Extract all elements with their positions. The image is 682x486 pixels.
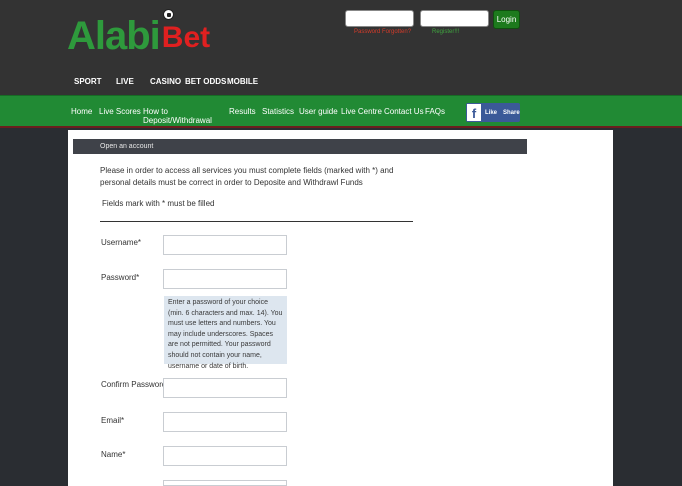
- top-nav-mobile[interactable]: MOBILE: [227, 77, 258, 86]
- name-label: Name*: [101, 450, 126, 459]
- password-input[interactable]: [163, 269, 287, 289]
- login-password-input[interactable]: [420, 10, 489, 27]
- confirm-password-input[interactable]: [163, 378, 287, 398]
- intro-text: Please in order to access all services y…: [100, 166, 394, 187]
- top-nav-sport[interactable]: SPORT: [74, 77, 116, 86]
- nav-deposit-withdrawal[interactable]: How to Deposit/Withdrawal: [143, 107, 229, 125]
- nav-home[interactable]: Home: [71, 107, 99, 125]
- register-link[interactable]: Register!!!: [432, 29, 459, 35]
- username-label: Username*: [101, 238, 142, 247]
- logo-text-bet: Bet: [161, 9, 211, 54]
- facebook-share-button[interactable]: Share: [503, 110, 520, 116]
- facebook-like-button[interactable]: Like: [485, 110, 497, 116]
- facebook-like-share: f Like Share: [466, 103, 520, 122]
- email-label: Email*: [101, 416, 125, 425]
- nav-contact-us[interactable]: Contact Us: [384, 107, 425, 125]
- logo-text-alabi: Alabi: [67, 14, 161, 58]
- nav-user-guide[interactable]: User guide: [299, 107, 341, 125]
- nav-results[interactable]: Results: [229, 107, 262, 125]
- site-header: Alabi Bet Login Password Forgotten? Regi…: [0, 0, 682, 95]
- top-nav: SPORT LIVE CASINO BET ODDS MOBILE: [74, 77, 258, 86]
- nav-faqs[interactable]: FAQs: [425, 107, 445, 125]
- alabibet-logo[interactable]: Alabi Bet: [67, 9, 211, 58]
- logo-text-bet-label: Bet: [161, 21, 211, 54]
- name-input[interactable]: [163, 446, 287, 466]
- username-input[interactable]: [163, 235, 287, 255]
- nav-live-scores[interactable]: Live Scores: [99, 107, 143, 125]
- divider: [100, 221, 413, 222]
- required-fields-note: Fields mark with * must be filled: [102, 199, 215, 208]
- password-label: Password*: [101, 273, 140, 282]
- top-nav-bet-odds[interactable]: BET ODDS: [185, 77, 227, 86]
- soccer-ball-icon: [162, 9, 174, 20]
- section-title: Open an account: [100, 143, 154, 150]
- password-help-tooltip: Enter a password of your choice (min. 6 …: [164, 296, 287, 370]
- confirm-password-label: Confirm Password*: [101, 380, 170, 389]
- facebook-icon: f: [467, 104, 481, 121]
- password-forgotten-link[interactable]: Password Forgotten?: [354, 29, 411, 35]
- top-nav-casino[interactable]: CASINO: [150, 77, 185, 86]
- login-username-input[interactable]: [345, 10, 414, 27]
- login-button[interactable]: Login: [493, 10, 520, 29]
- main-nav: Home Live Scores How to Deposit/Withdraw…: [71, 107, 445, 125]
- nav-statistics[interactable]: Statistics: [262, 107, 299, 125]
- top-nav-live[interactable]: LIVE: [116, 77, 150, 86]
- email-input[interactable]: [163, 412, 287, 432]
- nav-live-centre[interactable]: Live Centre: [341, 107, 384, 125]
- next-field-input[interactable]: [163, 480, 287, 486]
